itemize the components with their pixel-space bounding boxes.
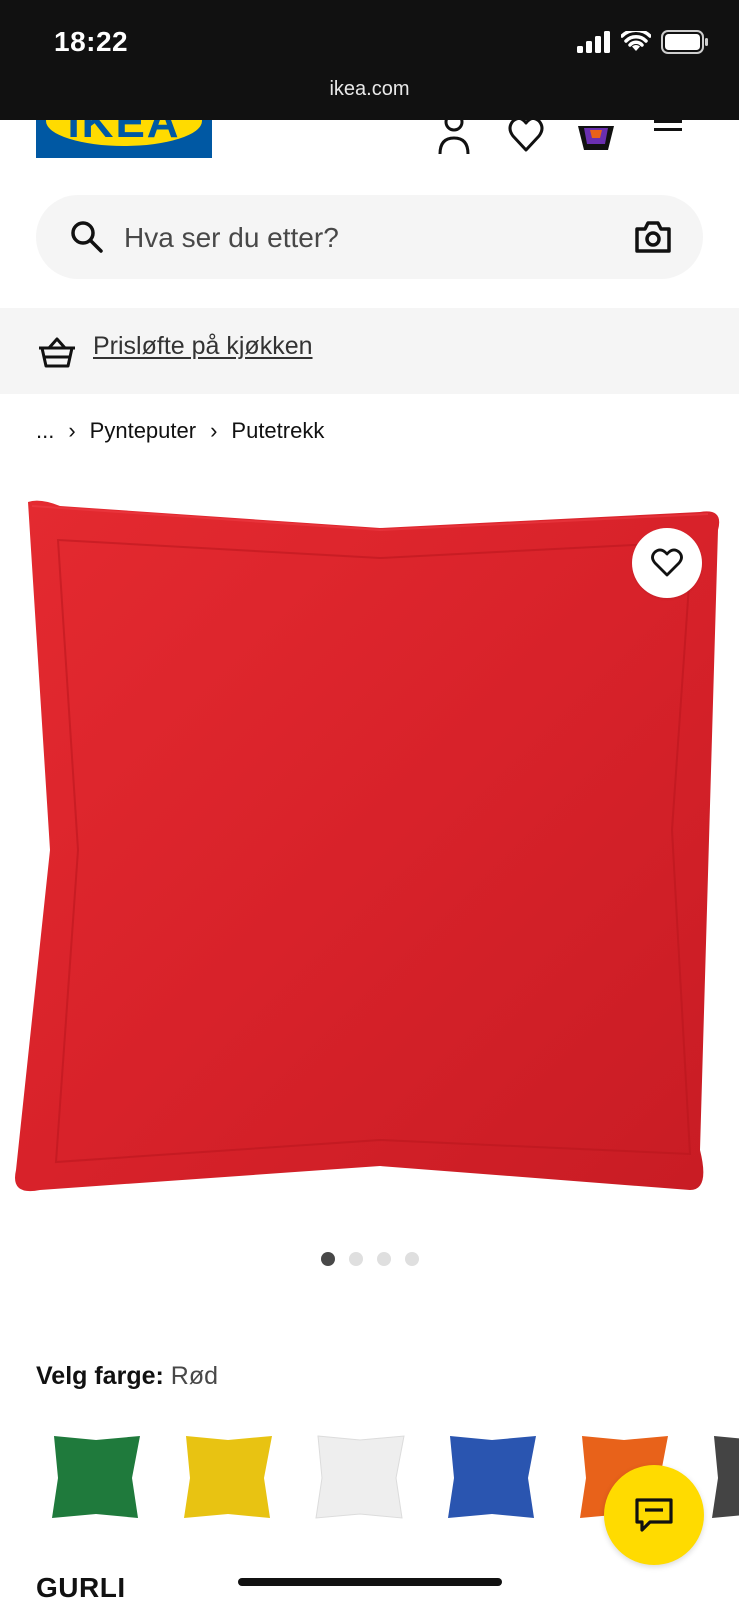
breadcrumb: ... › Pynteputer › Putetrekk	[36, 418, 324, 444]
swatch-blue[interactable]	[432, 1422, 552, 1532]
breadcrumb-separator: ›	[68, 418, 76, 443]
logo-text: IKEA	[67, 120, 181, 147]
swatch-green[interactable]	[36, 1422, 156, 1532]
ikea-logo[interactable]: IKEA	[36, 120, 212, 158]
gallery-dots	[0, 1252, 739, 1266]
heart-icon	[651, 548, 683, 577]
status-bar: 18:22 ikea.com	[0, 0, 739, 120]
selected-color: Rød	[170, 1362, 219, 1390]
gallery-dot[interactable]	[376, 1252, 391, 1266]
chat-button[interactable]	[604, 1465, 704, 1565]
basket-icon[interactable]	[576, 120, 616, 156]
menu-icon[interactable]	[652, 120, 684, 156]
wifi-icon	[621, 31, 651, 51]
product-name: GURLI	[36, 1572, 126, 1603]
search-input[interactable]	[122, 215, 606, 261]
battery-icon	[661, 30, 708, 54]
basket-icon	[39, 337, 75, 368]
swatch-white[interactable]	[300, 1422, 420, 1532]
color-selector-label: Velg farge: Rød	[36, 1362, 218, 1391]
breadcrumb-item-ellipsis[interactable]: ...	[36, 418, 54, 444]
promo-link[interactable]: Prisløfte på kjøkken	[93, 332, 313, 361]
search-bar[interactable]	[36, 195, 703, 279]
breadcrumb-item-pynteputer[interactable]: Pynteputer	[90, 418, 196, 444]
signal-icon	[577, 31, 610, 53]
url-bar[interactable]: ikea.com	[0, 78, 739, 101]
heart-icon[interactable]	[508, 120, 544, 156]
breadcrumb-separator: ›	[210, 418, 218, 443]
camera-icon[interactable]	[635, 220, 671, 254]
promo-banner[interactable]: Prisløfte på kjøkken	[0, 308, 739, 394]
site-header: IKEA	[0, 120, 739, 166]
home-indicator	[238, 1578, 502, 1586]
product-image[interactable]	[0, 490, 739, 1230]
breadcrumb-item-putetrekk[interactable]: Putetrekk	[231, 418, 324, 444]
chat-icon	[635, 1498, 673, 1532]
status-time: 18:22	[54, 26, 129, 57]
search-icon[interactable]	[70, 220, 104, 254]
favorite-button[interactable]	[632, 528, 702, 598]
gallery-dot[interactable]	[348, 1252, 363, 1266]
swatch-yellow[interactable]	[168, 1422, 288, 1532]
gallery-dot[interactable]	[404, 1252, 419, 1266]
color-label: Velg farge:	[36, 1362, 164, 1390]
gallery-dot[interactable]	[320, 1252, 335, 1266]
account-icon[interactable]	[436, 120, 472, 156]
status-icons	[577, 30, 709, 54]
